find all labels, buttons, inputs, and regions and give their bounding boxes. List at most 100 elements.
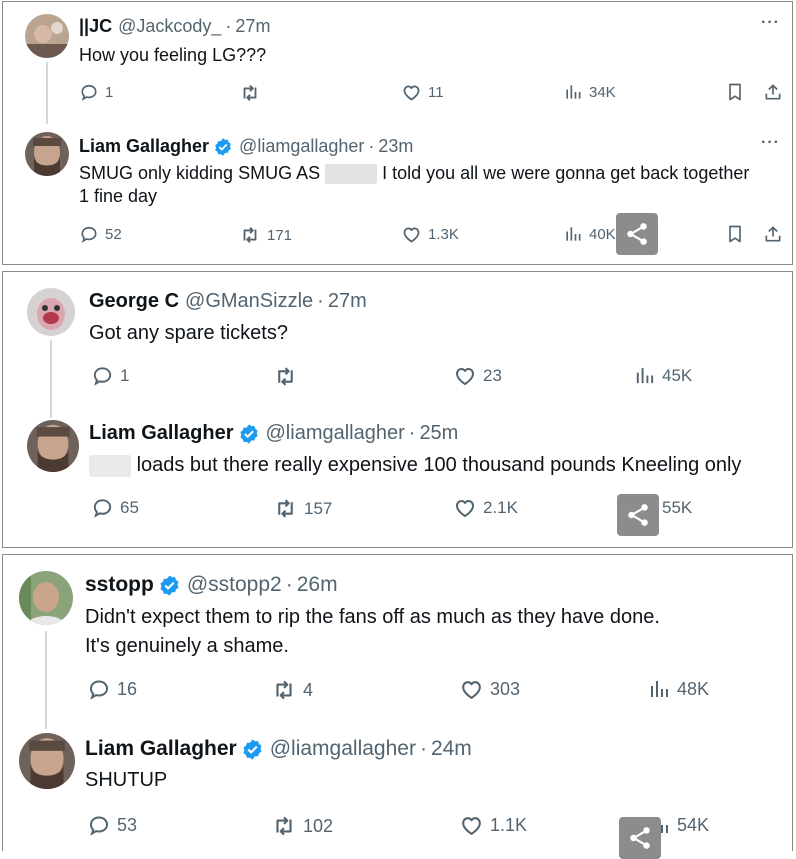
like-button[interactable]: 2.1K <box>453 496 518 520</box>
like-button[interactable]: 303 <box>459 677 520 702</box>
retweet-button[interactable]: 171 <box>239 224 292 246</box>
retweet-count: 102 <box>303 815 334 836</box>
avatar[interactable] <box>27 420 79 472</box>
reply-icon <box>79 224 99 244</box>
retweet-button[interactable]: 157 <box>273 496 332 521</box>
retweet-count: 171 <box>267 226 293 244</box>
separator-dot: · <box>368 136 375 156</box>
views-button[interactable]: 34K <box>563 82 616 102</box>
retweet-button[interactable]: 102 <box>271 813 333 839</box>
tweet-header: George C @GManSizzle · 27m <box>89 290 367 313</box>
more-icon[interactable]: ··· <box>761 14 780 32</box>
user-handle[interactable]: @GManSizzle <box>185 290 313 313</box>
avatar[interactable] <box>25 14 69 58</box>
retweet-button[interactable] <box>273 364 304 389</box>
reply-icon <box>79 82 99 102</box>
tweet-text-part: It's genuinely a shame. <box>85 635 289 657</box>
like-icon <box>401 224 422 245</box>
timestamp[interactable]: 24m <box>431 737 472 761</box>
tweet-text: How you feeling LG??? <box>79 45 267 65</box>
user-name[interactable]: sstopp <box>85 573 154 597</box>
share-button[interactable] <box>763 224 783 244</box>
retweet-count: 4 <box>303 679 314 700</box>
user-handle[interactable]: @liamgallagher <box>266 422 405 445</box>
views-button[interactable]: 45K <box>633 364 692 387</box>
share-icon <box>625 502 651 528</box>
like-icon <box>453 496 477 520</box>
tweet-header: Liam Gallagher @liamgallagher · 23m <box>79 136 413 157</box>
retweet-icon <box>271 813 297 839</box>
user-name[interactable]: Liam Gallagher <box>79 136 209 157</box>
like-button[interactable]: 11 <box>401 82 444 103</box>
reply-count: 1 <box>120 365 130 385</box>
bookmark-icon <box>725 82 745 102</box>
user-handle[interactable]: @sstopp2 <box>187 573 282 597</box>
avatar[interactable] <box>19 733 75 789</box>
user-handle[interactable]: @Jackcody_ <box>118 16 221 37</box>
share-overlay-button[interactable] <box>617 494 659 536</box>
share-overlay-button[interactable] <box>616 213 658 255</box>
user-name[interactable]: Liam Gallagher <box>85 737 237 761</box>
tweet-text-part: 1 fine day <box>79 186 158 207</box>
like-count: 303 <box>490 679 521 699</box>
user-handle[interactable]: @liamgallagher <box>270 737 416 761</box>
user-handle[interactable]: @liamgallagher <box>239 136 364 157</box>
redaction-block <box>325 164 378 185</box>
bookmark-button[interactable] <box>725 224 745 244</box>
separator-dot: · <box>317 290 324 312</box>
timestamp[interactable]: 27m <box>235 16 270 37</box>
timestamp[interactable]: 26m <box>297 573 338 597</box>
more-icon[interactable]: ··· <box>761 134 780 152</box>
views-button[interactable]: 40K <box>563 224 616 244</box>
reply-button[interactable]: 1 <box>79 82 113 102</box>
like-button[interactable]: 1.3K <box>401 224 459 245</box>
reply-icon <box>87 813 111 837</box>
avatar[interactable] <box>25 132 69 176</box>
tweet-text-part: Didn't expect them to rip the fans off a… <box>85 606 660 628</box>
reply-count: 52 <box>105 225 122 243</box>
timestamp[interactable]: 27m <box>328 290 367 313</box>
tweet-panel-3: sstopp @sstopp2 · 26m Didn't expect them… <box>2 554 793 859</box>
like-icon <box>459 813 484 838</box>
timestamp[interactable]: 23m <box>378 136 413 157</box>
tweet-text-part: I told you all we were gonna get back to… <box>382 163 750 183</box>
user-name[interactable]: George C <box>89 290 179 313</box>
share-icon <box>763 224 783 244</box>
views-button[interactable]: 48K <box>647 677 709 701</box>
share-button[interactable] <box>763 82 783 102</box>
reply-icon <box>87 677 111 701</box>
share-overlay-button[interactable] <box>619 817 661 859</box>
separator-dot: · <box>225 16 232 36</box>
tweet-text-part: loads but there really expensive 100 tho… <box>136 454 742 476</box>
tweet-panel-1: ||JC @Jackcody_ · 27m ··· How you feelin… <box>2 1 793 265</box>
avatar[interactable] <box>19 571 73 625</box>
tweet-header: Liam Gallagher @liamgallagher · 25m <box>89 422 458 445</box>
user-name[interactable]: Liam Gallagher <box>89 422 234 445</box>
action-bar: 16 4 303 48K <box>3 677 792 699</box>
share-icon <box>763 82 783 102</box>
avatar[interactable] <box>27 288 75 336</box>
views-count: 55K <box>662 497 693 517</box>
reply-button[interactable]: 1 <box>91 364 129 387</box>
tweet-header: sstopp @sstopp2 · 26m <box>85 573 338 597</box>
reply-button[interactable]: 16 <box>87 677 137 701</box>
retweet-button[interactable]: 4 <box>271 677 313 703</box>
tweet-text: SHUTUP <box>85 769 168 791</box>
reply-button[interactable]: 65 <box>91 496 139 519</box>
retweet-button[interactable] <box>239 82 267 104</box>
bookmark-button[interactable] <box>725 82 745 102</box>
verified-icon <box>158 574 181 597</box>
like-button[interactable]: 23 <box>453 364 502 388</box>
like-button[interactable]: 1.1K <box>459 813 527 838</box>
retweet-icon <box>239 224 261 246</box>
views-count: 34K <box>589 83 616 101</box>
timestamp[interactable]: 25m <box>419 422 458 445</box>
reply-button[interactable]: 53 <box>87 813 137 837</box>
views-icon <box>633 364 656 387</box>
views-count: 45K <box>662 365 693 385</box>
like-count: 11 <box>428 84 444 101</box>
retweet-icon <box>239 82 261 104</box>
reply-button[interactable]: 52 <box>79 224 122 244</box>
tweet-header: Liam Gallagher @liamgallagher · 24m <box>85 737 472 761</box>
user-name[interactable]: ||JC <box>79 16 112 37</box>
